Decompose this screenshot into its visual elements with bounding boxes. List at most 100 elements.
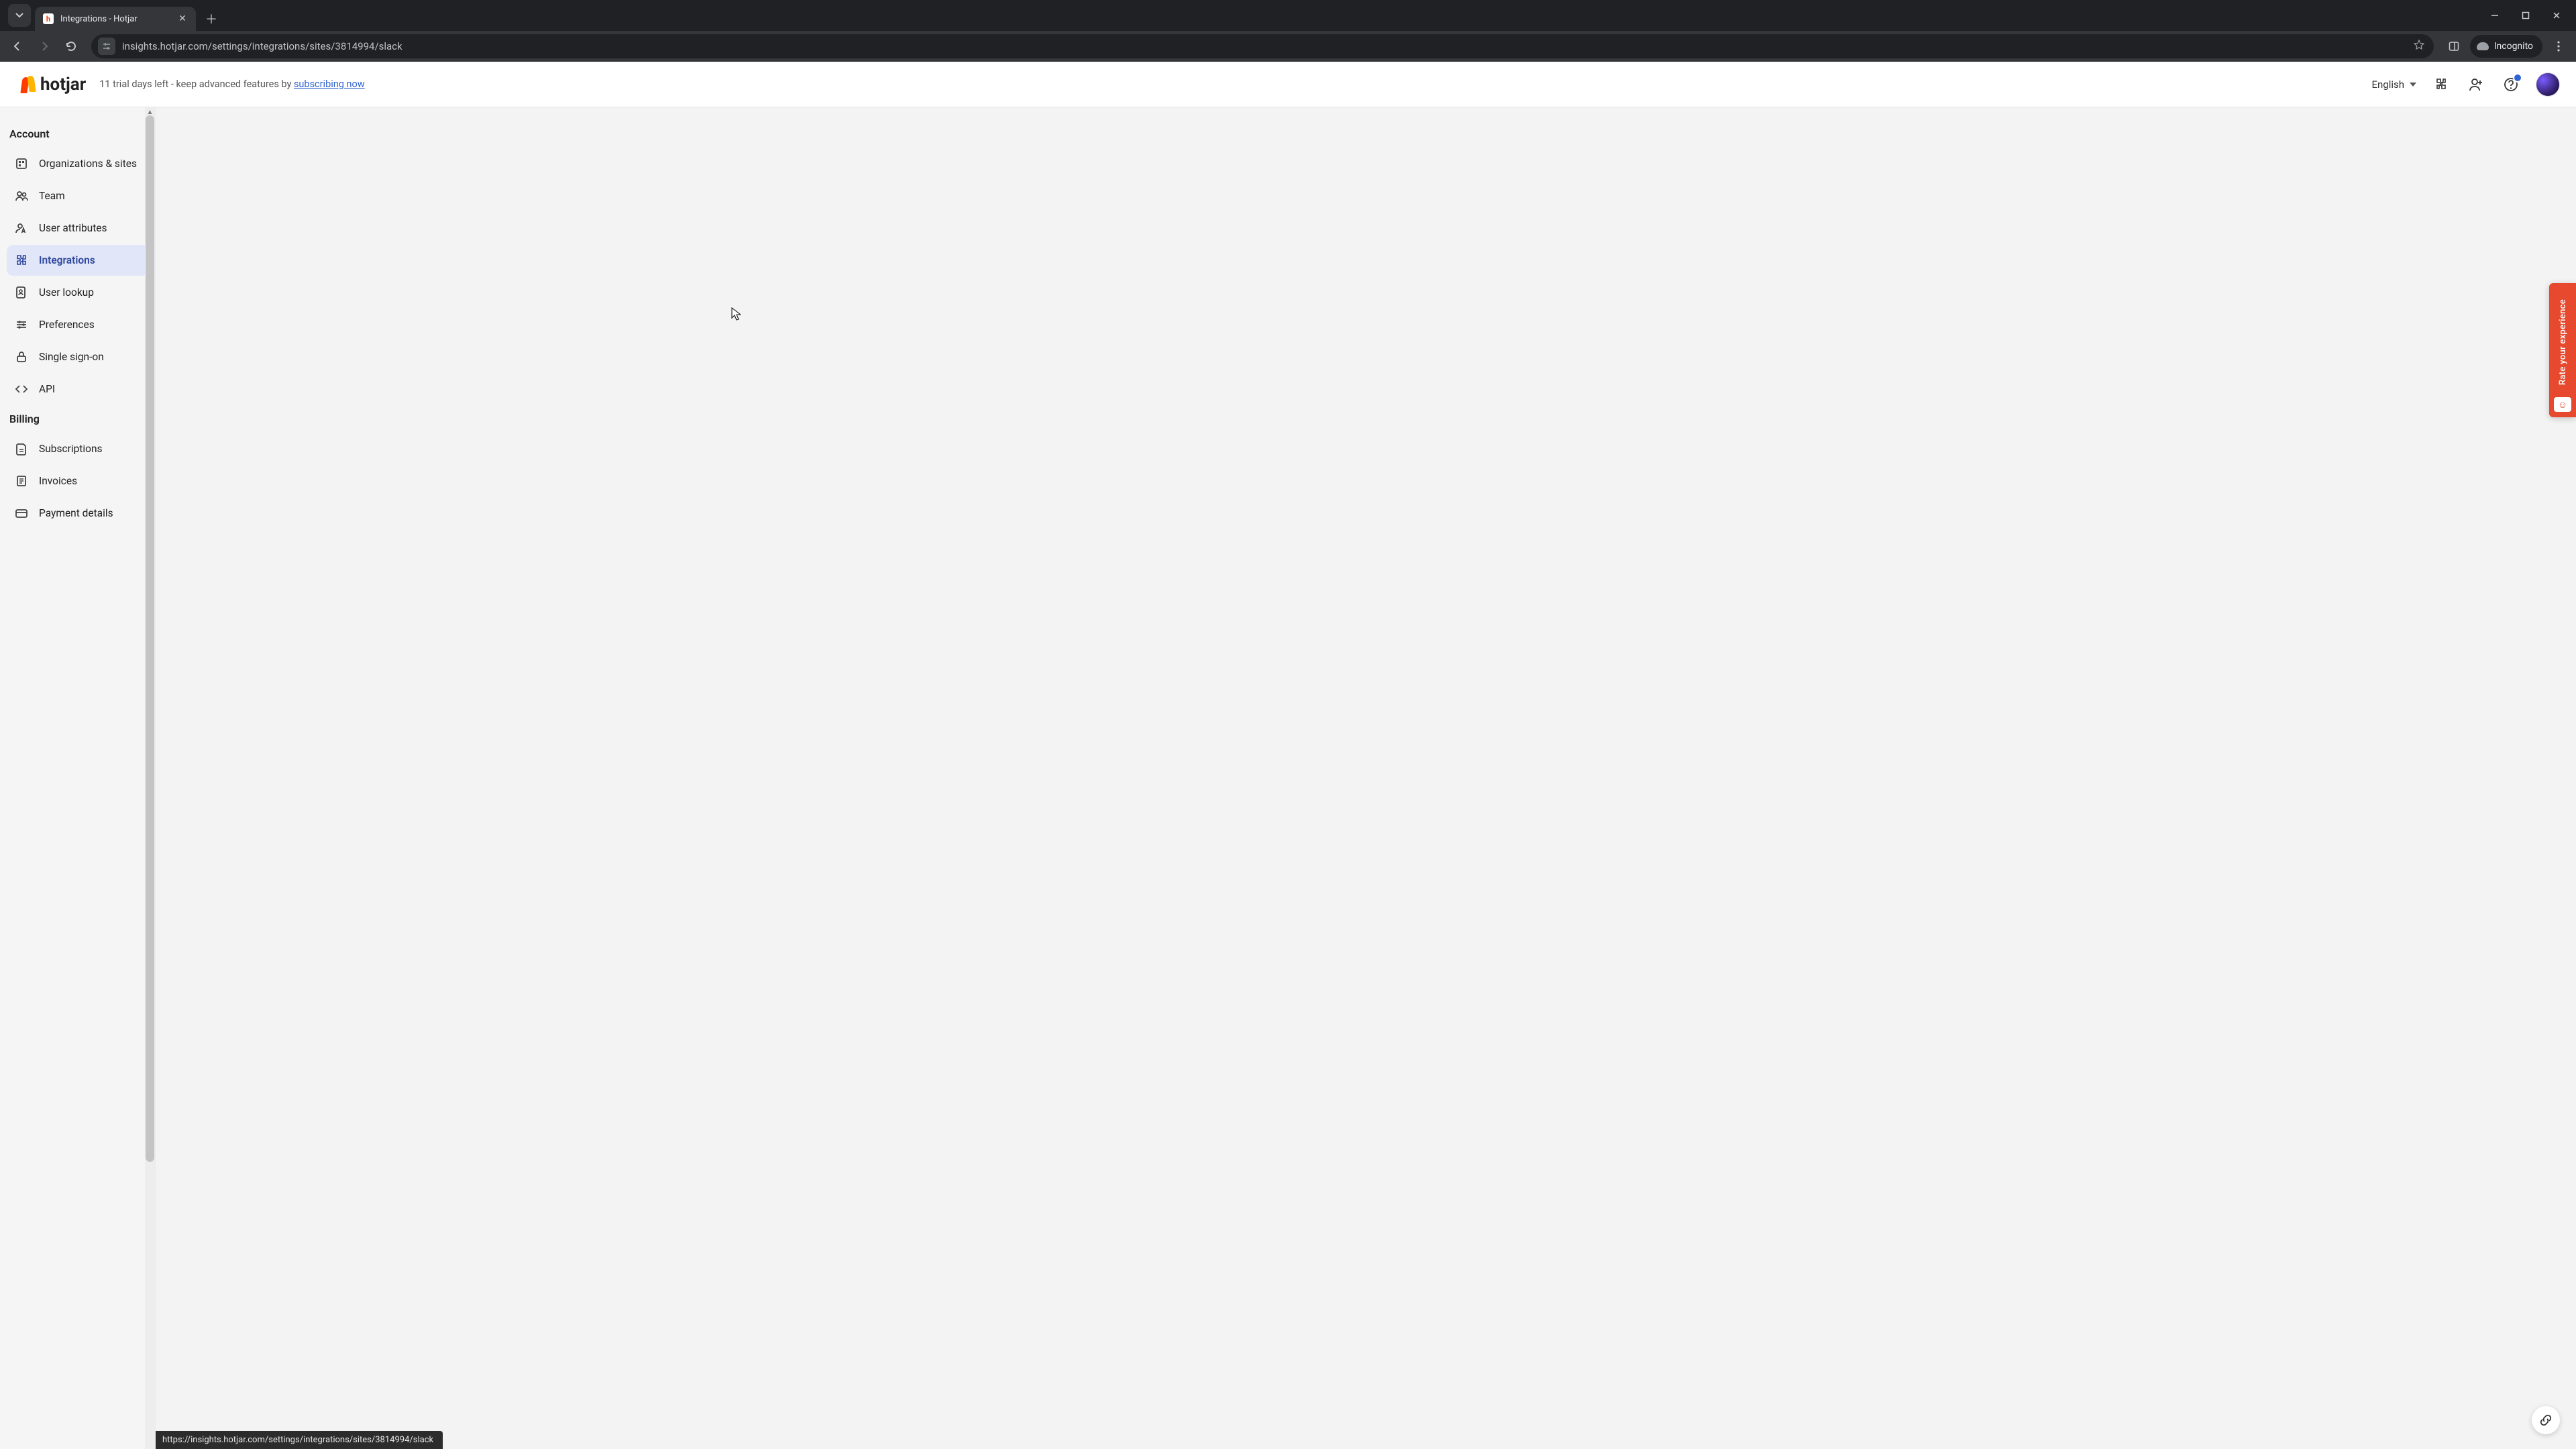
sidebar-item-api[interactable]: API bbox=[7, 374, 148, 405]
sidebar-item-team[interactable]: Team bbox=[7, 180, 148, 211]
api-icon bbox=[15, 382, 28, 396]
sidebar-item-label: Subscriptions bbox=[39, 443, 103, 455]
star-icon bbox=[2414, 40, 2424, 50]
tab-search-button[interactable] bbox=[8, 4, 31, 27]
sidebar-item-payment-details[interactable]: Payment details bbox=[7, 498, 148, 529]
team-icon bbox=[15, 189, 28, 203]
language-label: English bbox=[2371, 78, 2404, 91]
chat-smile-icon: ☺ bbox=[2554, 397, 2571, 412]
integrations-header-button[interactable] bbox=[2431, 74, 2451, 95]
sidebar-item-label: API bbox=[39, 383, 55, 395]
nav-back-button[interactable] bbox=[5, 34, 30, 58]
sidebar-scrollbar-track[interactable]: ▲ bbox=[145, 107, 155, 1449]
tab-close-button[interactable]: ✕ bbox=[176, 13, 189, 24]
user-plus-icon bbox=[2469, 77, 2483, 92]
subscriptions-icon bbox=[15, 442, 28, 455]
close-icon bbox=[2553, 11, 2561, 19]
sidebar-item-label: Integrations bbox=[39, 254, 95, 266]
sidebar-item-user-attributes[interactable]: User attributes bbox=[7, 213, 148, 244]
tab-strip: h Integrations - Hotjar ✕ ＋ bbox=[0, 0, 221, 31]
app-root: hotjar 11 trial days left - keep advance… bbox=[0, 62, 2576, 1449]
sidebar-item-organizations-sites[interactable]: Organizations & sites bbox=[7, 148, 148, 179]
sidebar-section-label: Account bbox=[7, 121, 148, 148]
toolbar-right: Incognito bbox=[2442, 34, 2571, 58]
new-tab-button[interactable]: ＋ bbox=[201, 9, 221, 29]
kebab-icon bbox=[2557, 41, 2560, 52]
chevron-down-icon bbox=[15, 11, 23, 19]
sidebar-scrollbar-thumb[interactable] bbox=[146, 115, 154, 1162]
sidebar-item-label: User lookup bbox=[39, 286, 94, 299]
payment-icon bbox=[15, 506, 28, 520]
language-selector[interactable]: English bbox=[2371, 78, 2416, 91]
mouse-cursor bbox=[731, 307, 741, 321]
flame-icon bbox=[21, 76, 36, 93]
browser-menu-button[interactable] bbox=[2546, 34, 2571, 58]
app-header: hotjar 11 trial days left - keep advance… bbox=[0, 62, 2576, 107]
hotjar-logo[interactable]: hotjar bbox=[21, 74, 86, 95]
user-lookup-icon bbox=[15, 286, 28, 299]
minimize-icon bbox=[2491, 11, 2499, 19]
logo-text: hotjar bbox=[40, 74, 86, 95]
window-minimize-button[interactable] bbox=[2479, 4, 2510, 27]
sso-icon bbox=[15, 350, 28, 364]
nav-reload-button[interactable] bbox=[59, 34, 83, 58]
main-content: Rate your experience ☺ https://insights.… bbox=[156, 107, 2576, 1449]
sidebar-item-label: Invoices bbox=[39, 475, 77, 487]
link-icon bbox=[2539, 1413, 2553, 1427]
sidebar-item-label: Single sign-on bbox=[39, 351, 104, 363]
incognito-label: Incognito bbox=[2494, 41, 2533, 52]
puzzle-icon bbox=[2434, 77, 2449, 92]
preferences-icon bbox=[15, 318, 28, 331]
sidebar-item-preferences[interactable]: Preferences bbox=[7, 309, 148, 340]
app-body: Account Organizations & sites Team User att… bbox=[0, 107, 2576, 1449]
window-controls bbox=[2479, 4, 2576, 31]
tab-title: Integrations - Hotjar bbox=[60, 14, 169, 24]
tune-icon bbox=[102, 42, 111, 51]
status-bar-url: https://insights.hotjar.com/settings/int… bbox=[156, 1431, 443, 1449]
integrations-icon bbox=[15, 254, 28, 267]
help-icon bbox=[2504, 77, 2518, 92]
organizations-icon bbox=[15, 157, 28, 170]
arrow-left-icon bbox=[11, 40, 23, 52]
site-info-button[interactable] bbox=[98, 38, 115, 55]
invoices-icon bbox=[15, 474, 28, 488]
header-right: English bbox=[2371, 72, 2560, 97]
side-panel-button[interactable] bbox=[2442, 34, 2466, 58]
incognito-icon bbox=[2477, 42, 2489, 50]
feedback-label: Rate your experience bbox=[2558, 294, 2568, 390]
sidebar-item-label: Team bbox=[39, 190, 65, 202]
bookmark-button[interactable] bbox=[2408, 40, 2430, 53]
user-attr-icon bbox=[15, 221, 28, 235]
browser-tab[interactable]: h Integrations - Hotjar ✕ bbox=[35, 7, 196, 31]
caret-down-icon bbox=[2410, 83, 2416, 87]
sidebar-item-single-sign-on[interactable]: Single sign-on bbox=[7, 341, 148, 372]
subscribe-link[interactable]: subscribing now bbox=[294, 78, 365, 90]
feedback-side-tab[interactable]: Rate your experience ☺ bbox=[2549, 283, 2576, 417]
sidebar-item-label: User attributes bbox=[39, 222, 107, 234]
sidebar-item-user-lookup[interactable]: User lookup bbox=[7, 277, 148, 308]
sidebar-item-label: Organizations & sites bbox=[39, 158, 137, 170]
copy-link-fab[interactable] bbox=[2532, 1406, 2560, 1434]
incognito-indicator[interactable]: Incognito bbox=[2470, 35, 2542, 58]
nav-forward-button[interactable] bbox=[32, 34, 56, 58]
window-maximize-button[interactable] bbox=[2510, 4, 2541, 27]
sidebar-item-label: Payment details bbox=[39, 507, 113, 519]
trial-banner: 11 trial days left - keep advanced featu… bbox=[99, 78, 364, 90]
maximize-icon bbox=[2522, 11, 2530, 19]
invite-user-button[interactable] bbox=[2466, 74, 2486, 95]
avatar[interactable] bbox=[2536, 72, 2560, 97]
sidebar-item-invoices[interactable]: Invoices bbox=[7, 466, 148, 496]
url-text: insights.hotjar.com/settings/integration… bbox=[122, 40, 2402, 52]
reload-icon bbox=[65, 40, 77, 52]
sidebar-item-integrations[interactable]: Integrations bbox=[7, 245, 148, 276]
address-bar[interactable]: insights.hotjar.com/settings/integration… bbox=[91, 34, 2434, 58]
sidebar-section-label: Billing bbox=[7, 406, 148, 433]
settings-sidebar: Account Organizations & sites Team User att… bbox=[0, 107, 156, 1449]
sidebar-item-label: Preferences bbox=[39, 319, 95, 331]
help-button[interactable] bbox=[2501, 74, 2521, 95]
window-close-button[interactable] bbox=[2541, 4, 2572, 27]
trial-text: 11 trial days left - keep advanced featu… bbox=[99, 78, 294, 90]
sidebar-item-subscriptions[interactable]: Subscriptions bbox=[7, 433, 148, 464]
panel-icon bbox=[2449, 41, 2459, 52]
browser-tab-strip: h Integrations - Hotjar ✕ ＋ bbox=[0, 0, 2576, 31]
